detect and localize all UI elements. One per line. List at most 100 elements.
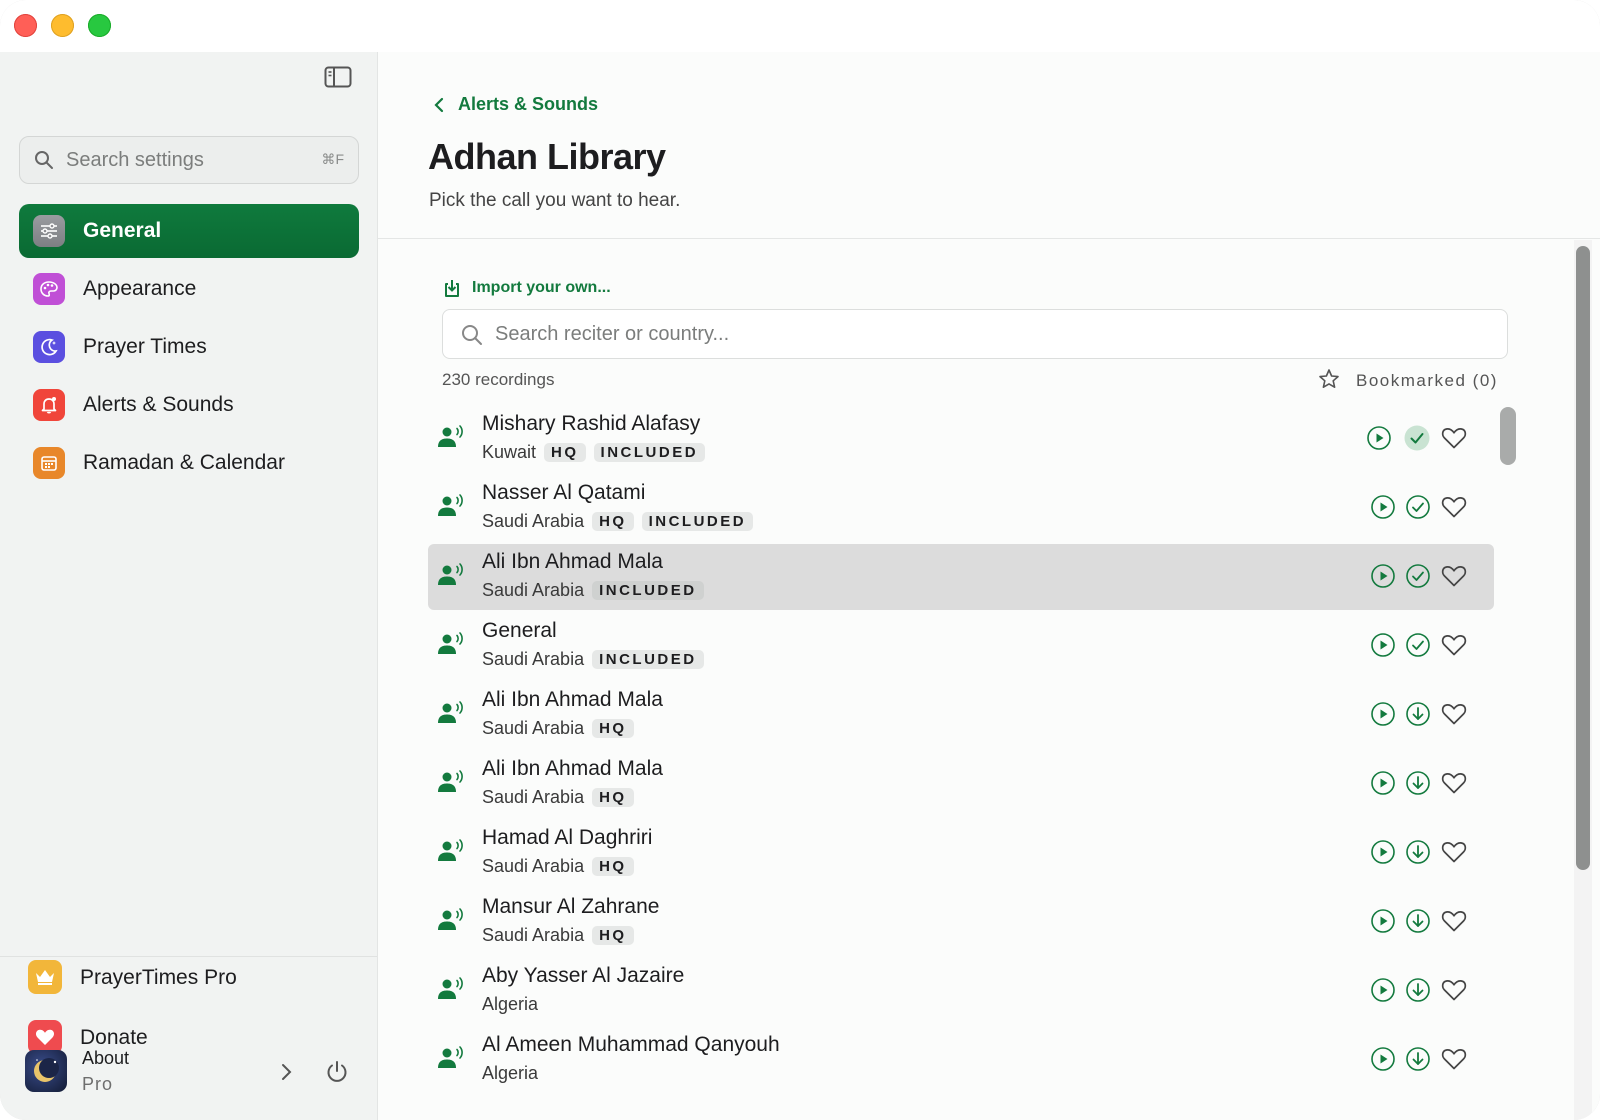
back-button[interactable]: Alerts & Sounds [434,94,598,115]
play-icon[interactable] [1370,908,1398,936]
badge-hq: HQ [592,787,634,807]
reciter-icon [436,629,466,664]
about-title: About [82,1048,130,1068]
chevron-left-icon [434,97,444,112]
sidebar-item-ramadan-calendar[interactable]: Ramadan & Calendar [19,436,359,490]
reciter-meta: Saudi Arabia HQ [482,717,642,739]
play-icon[interactable] [1370,494,1398,522]
page-scrollbar-thumb[interactable] [1576,246,1590,870]
download-icon[interactable] [1405,701,1433,729]
bookmarked-label: Bookmarked (0) [1356,371,1498,390]
reciter-meta: Saudi Arabia HQ [482,855,642,877]
reciter-search[interactable] [442,309,1508,359]
list-item[interactable]: Aby Yasser Al Jazaire Algeria [428,958,1494,1024]
heart-outline-icon[interactable] [1441,495,1469,523]
download-icon[interactable] [1405,1046,1433,1074]
sidebar-nav: General Appearance Prayer Times Alerts & So… [19,204,359,494]
heart-outline-icon[interactable] [1441,426,1469,454]
settings-search[interactable]: ⌘F [19,136,359,184]
list-item[interactable]: Mansur Al Zahrane Saudi Arabia HQ [428,889,1494,955]
download-icon[interactable] [1405,908,1433,936]
sidebar-item-pro[interactable]: PrayerTimes Pro [28,960,348,1000]
sidebar-item-label: PrayerTimes Pro [80,966,237,989]
play-icon[interactable] [1370,977,1398,1005]
back-button-label: Alerts & Sounds [458,94,599,114]
sidebar-item-label: Prayer Times [83,335,207,358]
sidebar-item-general[interactable]: General [19,204,359,258]
reciter-country: Saudi Arabia [482,717,585,738]
row-actions [1366,701,1476,729]
heart-outline-icon[interactable] [1441,909,1469,937]
zoom-window-button[interactable] [88,14,111,37]
reciter-country: Algeria [482,1062,539,1083]
reciter-icon [436,905,466,940]
list-scrollbar-thumb[interactable] [1500,407,1516,465]
heart-outline-icon[interactable] [1441,564,1469,592]
page-title: Adhan Library [428,136,666,177]
checkmark-icon[interactable] [1405,494,1433,522]
play-icon[interactable] [1370,563,1398,591]
play-icon[interactable] [1370,839,1398,867]
star-icon [1319,369,1339,388]
checkmark-icon[interactable] [1403,424,1431,452]
list-item[interactable]: Ali Ibn Ahmad Mala Saudi Arabia INCLUDED [428,544,1494,610]
play-icon[interactable] [1366,425,1394,453]
header-divider [378,238,1600,239]
row-actions [1366,494,1476,522]
play-icon[interactable] [1370,701,1398,729]
search-icon [462,325,482,345]
bookmarked-filter[interactable]: Bookmarked (0) [1318,367,1508,393]
download-icon[interactable] [1405,839,1433,867]
sidebar-item-label: Appearance [83,277,197,300]
recordings-count: 230 recordings [442,370,555,389]
about-section[interactable]: About Pro [25,1048,355,1098]
sidebar-toggle-icon[interactable] [324,66,352,88]
reciter-meta: Saudi Arabia INCLUDED [482,579,712,601]
app-avatar [25,1050,67,1092]
sidebar-item-prayer-times[interactable]: Prayer Times [19,320,359,374]
sidebar-item-label: Alerts & Sounds [83,393,234,416]
reciter-search-input[interactable] [495,319,1295,349]
close-window-button[interactable] [14,14,37,37]
import-button[interactable]: Import your own... [442,278,611,298]
row-actions [1366,632,1476,660]
reciter-name: Ali Ibn Ahmad Mala [482,550,663,573]
minimize-window-button[interactable] [51,14,74,37]
row-actions [1366,977,1476,1005]
badge-hq: HQ [544,442,586,462]
power-icon[interactable] [325,1060,349,1084]
checkmark-icon[interactable] [1405,563,1433,591]
reciter-meta: Saudi Arabia HQ INCLUDED [482,510,761,532]
play-icon[interactable] [1370,770,1398,798]
play-icon[interactable] [1370,1046,1398,1074]
chevron-right-icon[interactable] [281,1062,293,1082]
row-actions [1366,908,1476,936]
heart-outline-icon[interactable] [1441,771,1469,799]
download-icon[interactable] [1405,977,1433,1005]
list-item[interactable]: Hamad Al Daghriri Saudi Arabia HQ [428,820,1494,886]
heart-outline-icon[interactable] [1441,978,1469,1006]
settings-search-input[interactable] [66,145,296,175]
badge-hq: HQ [592,511,634,531]
heart-outline-icon[interactable] [1441,1047,1469,1075]
sidebar-item-appearance[interactable]: Appearance [19,262,359,316]
heart-outline-icon[interactable] [1441,840,1469,868]
list-item[interactable]: Ali Ibn Ahmad Mala Saudi Arabia HQ [428,682,1494,748]
reciter-name: Al Ameen Muhammad Qanyouh [482,1033,780,1056]
list-item[interactable]: Mishary Rashid Alafasy Kuwait HQ INCLUDED [428,406,1494,472]
reciter-icon [436,836,466,871]
reciter-meta: Algeria [482,1062,546,1084]
list-item[interactable]: Al Ameen Muhammad Qanyouh Algeria [428,1027,1494,1093]
download-icon[interactable] [1405,770,1433,798]
list-item[interactable]: Ali Ibn Ahmad Mala Saudi Arabia HQ [428,751,1494,817]
heart-outline-icon[interactable] [1441,633,1469,661]
reciter-country: Algeria [482,993,539,1014]
play-icon[interactable] [1370,632,1398,660]
checkmark-icon[interactable] [1405,632,1433,660]
list-item[interactable]: Nasser Al Qatami Saudi Arabia HQ INCLUDED [428,475,1494,541]
reciter-name: Mansur Al Zahrane [482,895,660,918]
sidebar-item-alerts-sounds[interactable]: Alerts & Sounds [19,378,359,432]
row-actions [1366,1046,1476,1074]
heart-outline-icon[interactable] [1441,702,1469,730]
list-item[interactable]: General Saudi Arabia INCLUDED [428,613,1494,679]
